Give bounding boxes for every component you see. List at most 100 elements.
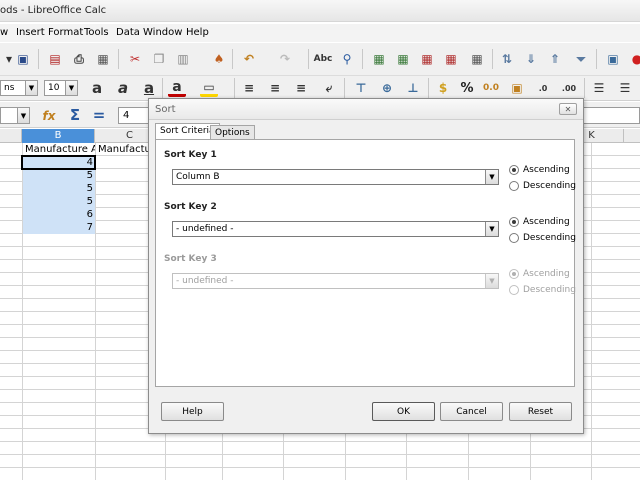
paste-icon[interactable]: ▥ bbox=[174, 50, 192, 68]
align-right-icon[interactable]: ≡ bbox=[292, 79, 310, 97]
toolbar-separator bbox=[584, 78, 585, 98]
column-header-a[interactable] bbox=[0, 129, 22, 143]
radio-icon[interactable] bbox=[509, 233, 519, 243]
ok-button[interactable]: OK bbox=[372, 402, 435, 421]
font-name-box[interactable]: ns ▼ bbox=[0, 80, 38, 96]
chart-icon[interactable]: ● bbox=[628, 50, 640, 68]
formula-icon[interactable]: = bbox=[90, 106, 108, 124]
column-header-b[interactable]: B bbox=[22, 129, 95, 143]
sort-key-2-ascending[interactable]: Ascending bbox=[509, 217, 570, 227]
date-format-icon[interactable]: ▣ bbox=[508, 79, 526, 97]
export-pdf-icon[interactable]: ▤ bbox=[46, 50, 64, 68]
currency-icon[interactable]: $ bbox=[434, 79, 452, 97]
chevron-down-icon[interactable]: ▼ bbox=[25, 81, 37, 95]
chevron-down-icon[interactable]: ▼ bbox=[17, 108, 29, 123]
font-size-value: 10 bbox=[48, 83, 60, 93]
menu-insert[interactable]: Insert bbox=[16, 27, 45, 38]
reset-button[interactable]: Reset bbox=[509, 402, 572, 421]
highlight-color-icon[interactable]: ▭ bbox=[200, 79, 218, 97]
cell-b6[interactable]: 6 bbox=[23, 208, 95, 221]
sort-key-1-select[interactable]: Column B ▼ bbox=[172, 169, 499, 185]
cell-b3[interactable]: 5 bbox=[23, 169, 95, 182]
center-vertically-icon[interactable]: ⊕ bbox=[378, 79, 396, 97]
sort-key-2-ascending-label: Ascending bbox=[523, 217, 570, 227]
undo-icon[interactable]: ↶ bbox=[240, 50, 258, 68]
cell-b5[interactable]: 5 bbox=[23, 195, 95, 208]
title-bar: ods - LibreOffice Calc bbox=[0, 0, 640, 22]
sort-key-3-ascending: Ascending bbox=[509, 269, 570, 279]
column-icon[interactable]: ▦ bbox=[394, 50, 412, 68]
sort-key-1-ascending[interactable]: Ascending bbox=[509, 165, 570, 175]
number-format-icon[interactable]: 0.0 bbox=[482, 79, 500, 97]
sort-key-1-ascending-label: Ascending bbox=[523, 165, 570, 175]
toolbar-separator bbox=[118, 49, 119, 69]
delete-decimal-icon[interactable]: .00 bbox=[560, 79, 578, 97]
close-button[interactable]: ✕ bbox=[559, 103, 577, 115]
help-button[interactable]: Help bbox=[161, 402, 224, 421]
chevron-down-icon[interactable]: ▼ bbox=[65, 81, 77, 95]
sort-icon[interactable]: ⇅ bbox=[498, 50, 516, 68]
name-box[interactable]: ▼ bbox=[0, 107, 30, 124]
sort-ascending-icon[interactable]: ⇑ bbox=[546, 50, 564, 68]
chevron-down-icon[interactable]: ▼ bbox=[485, 222, 498, 236]
toolbar-separator bbox=[492, 49, 493, 69]
italic-icon[interactable]: a bbox=[114, 79, 132, 97]
spelling-icon[interactable]: Abc bbox=[314, 50, 333, 68]
toolbar-separator bbox=[344, 78, 345, 98]
font-size-box[interactable]: 10 ▼ bbox=[44, 80, 78, 96]
sum-icon[interactable]: Σ bbox=[66, 106, 84, 124]
radio-selected-icon[interactable] bbox=[509, 217, 519, 227]
delete-column-icon[interactable]: ▦ bbox=[442, 50, 460, 68]
radio-icon bbox=[509, 285, 519, 295]
align-bottom-icon[interactable]: ⊥ bbox=[404, 79, 422, 97]
autofilter-icon[interactable]: ⏷ bbox=[572, 50, 590, 68]
chevron-down-icon[interactable]: ▼ bbox=[485, 170, 498, 184]
radio-icon[interactable] bbox=[509, 181, 519, 191]
add-decimal-icon[interactable]: .0 bbox=[534, 79, 552, 97]
toolbar-separator bbox=[162, 78, 163, 98]
copy-icon[interactable]: ❐ bbox=[150, 50, 168, 68]
sort-key-2-select[interactable]: - undefined - ▼ bbox=[172, 221, 499, 237]
sort-key-2-descending[interactable]: Descending bbox=[509, 233, 576, 243]
clone-formatting-icon[interactable]: ♠ bbox=[210, 50, 228, 68]
cancel-button[interactable]: Cancel bbox=[440, 402, 503, 421]
menu-help[interactable]: Help bbox=[186, 27, 209, 38]
font-name-value: ns bbox=[4, 83, 15, 93]
cut-icon[interactable]: ✂ bbox=[126, 50, 144, 68]
sort-descending-icon[interactable]: ⇓ bbox=[522, 50, 540, 68]
radio-selected-icon[interactable] bbox=[509, 165, 519, 175]
sort-key-1-descending[interactable]: Descending bbox=[509, 181, 576, 191]
increase-indent-icon[interactable]: ☰ bbox=[590, 79, 608, 97]
row-icon[interactable]: ▦ bbox=[370, 50, 388, 68]
cell-b4[interactable]: 5 bbox=[23, 182, 95, 195]
font-color-icon[interactable]: a bbox=[168, 79, 186, 97]
delete-row-icon[interactable]: ▦ bbox=[418, 50, 436, 68]
image-icon[interactable]: ▣ bbox=[604, 50, 622, 68]
menu-window[interactable]: Window bbox=[143, 27, 182, 38]
sort-key-1-value: Column B bbox=[176, 172, 220, 182]
sort-key-2-label: Sort Key 2 bbox=[164, 202, 217, 212]
function-wizard-icon[interactable]: fx bbox=[40, 107, 58, 125]
menu-data[interactable]: Data bbox=[116, 27, 140, 38]
align-center-icon[interactable]: ≡ bbox=[266, 79, 284, 97]
tab-options[interactable]: Options bbox=[210, 125, 255, 140]
redo-icon[interactable]: ↷ bbox=[276, 50, 294, 68]
underline-icon[interactable]: a bbox=[140, 79, 158, 97]
sort-key-3-select: - undefined - ▼ bbox=[172, 273, 499, 289]
cell-b7[interactable]: 7 bbox=[23, 221, 95, 234]
bold-icon[interactable]: a bbox=[88, 79, 106, 97]
grid-line bbox=[95, 143, 96, 480]
freeze-icon[interactable]: ▦ bbox=[468, 50, 486, 68]
align-top-icon[interactable]: ⊤ bbox=[352, 79, 370, 97]
save-icon[interactable]: ▣ bbox=[14, 50, 32, 68]
percent-icon[interactable]: % bbox=[458, 79, 476, 97]
print-preview-icon[interactable]: ▦ bbox=[94, 50, 112, 68]
align-left-icon[interactable]: ≡ bbox=[240, 79, 258, 97]
menu-format[interactable]: Format bbox=[48, 27, 83, 38]
wrap-text-icon[interactable]: ⤶ bbox=[320, 79, 338, 97]
decrease-indent-icon[interactable]: ☰ bbox=[616, 79, 634, 97]
print-icon[interactable]: ⎙ bbox=[70, 50, 88, 68]
find-replace-icon[interactable]: ⚲ bbox=[338, 50, 356, 68]
menu-tools[interactable]: Tools bbox=[84, 27, 109, 38]
menu-view[interactable]: w bbox=[0, 27, 8, 38]
